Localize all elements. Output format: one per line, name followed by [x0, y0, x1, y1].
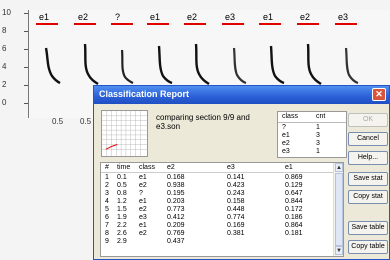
dialog-title: Classification Report — [99, 89, 190, 99]
syllable-trace — [232, 47, 247, 85]
segment-marker — [297, 23, 319, 25]
cancel-button[interactable]: Cancel — [348, 132, 388, 146]
segment-marker — [335, 23, 357, 25]
table-scrollbar[interactable]: ▲ ▼ — [333, 163, 343, 256]
table-row[interactable]: 4 1.2 e1 0.203 0.158 0.844 — [101, 198, 333, 206]
column-header[interactable]: time — [117, 164, 130, 171]
segment-marker — [184, 23, 206, 25]
y-tick: 10 — [2, 8, 11, 17]
class-summary-table: class cnt ? 1 e1 3 e2 3 e3 1 — [277, 111, 347, 158]
segment-label: e1 — [150, 12, 161, 22]
table-row[interactable]: 1 0.1 e1 0.168 0.141 0.869 — [101, 174, 333, 182]
table-row[interactable]: 9 2.9 0.437 — [101, 238, 333, 246]
table-row[interactable]: 2 0.5 e2 0.938 0.423 0.129 — [101, 182, 333, 190]
segment-marker — [36, 23, 58, 25]
column-header[interactable]: e3 — [227, 164, 235, 171]
segment-marker — [222, 23, 244, 25]
summary-row: ? 1 — [282, 124, 320, 131]
segment-label: e2 — [300, 12, 311, 22]
copy-stat-button[interactable]: Copy stat — [348, 190, 388, 204]
app-window: 10 8 6 4 2 0 e1 e2 ? e1 e2 e3 e1 e2 e3 0… — [0, 0, 390, 260]
table-row[interactable]: 5 1.5 e2 0.773 0.448 0.172 — [101, 206, 333, 214]
similarity-thumbnail — [101, 110, 148, 157]
scroll-thumb[interactable] — [335, 173, 343, 246]
summary-row: e1 3 — [282, 132, 320, 139]
table-header: # time class e2 e3 e1 — [101, 163, 333, 173]
x-tick: 0.5 — [80, 117, 92, 126]
classification-table: # time class e2 e3 e1 1 0.1 e1 0.168 0.141… — [100, 162, 344, 257]
segment-label: e1 — [263, 12, 274, 22]
segment-marker — [74, 23, 96, 25]
syllable-trace — [83, 43, 99, 86]
y-tick: 6 — [2, 44, 7, 53]
close-icon[interactable]: ✕ — [372, 88, 386, 101]
summary-row: e2 3 — [282, 140, 320, 147]
column-header[interactable]: e2 — [167, 164, 175, 171]
help-button[interactable]: Help... — [348, 151, 388, 165]
segment-label: e2 — [187, 12, 198, 22]
classification-report-dialog: Classification Report ✕ comparing sectio… — [93, 85, 390, 260]
syllable-trace — [269, 45, 285, 85]
save-table-button[interactable]: Save table — [348, 221, 388, 235]
table-row[interactable]: 6 1.9 e3 0.412 0.774 0.186 — [101, 214, 333, 222]
column-header[interactable]: class — [139, 164, 155, 171]
y-tick: 2 — [2, 80, 7, 89]
scroll-down-icon[interactable]: ▼ — [335, 246, 343, 255]
segment-label: ? — [115, 12, 121, 22]
dialog-titlebar[interactable]: Classification Report ✕ — [94, 86, 389, 104]
ok-button[interactable]: OK — [348, 113, 388, 127]
summary-row: e3 1 — [282, 148, 320, 155]
segment-label: e1 — [39, 12, 50, 22]
syllable-trace — [157, 45, 173, 85]
column-header[interactable]: # — [105, 164, 109, 171]
y-tick: 4 — [2, 62, 7, 71]
y-tick: 0 — [2, 98, 7, 107]
syllable-trace — [194, 43, 210, 86]
table-row[interactable]: 3 0.8 ? 0.195 0.243 0.647 — [101, 190, 333, 198]
y-tick: 8 — [2, 26, 7, 35]
segment-label: e3 — [225, 12, 236, 22]
summary-header-count: cnt — [316, 113, 326, 120]
segment-marker — [259, 23, 281, 25]
syllable-trace — [44, 47, 61, 85]
syllable-trace — [306, 43, 322, 86]
copy-table-button[interactable]: Copy table — [348, 240, 388, 254]
syllable-trace — [344, 47, 359, 85]
x-tick: 0.5 — [52, 117, 64, 126]
segment-marker — [111, 23, 133, 25]
segment-marker — [147, 23, 169, 25]
segment-label: e2 — [78, 12, 89, 22]
save-stat-button[interactable]: Save stat — [348, 172, 388, 186]
summary-header-class: class — [282, 113, 298, 120]
column-header[interactable]: e1 — [285, 164, 293, 171]
syllable-trace — [120, 49, 134, 84]
table-row[interactable]: 7 2.2 e1 0.209 0.169 0.864 — [101, 222, 333, 230]
scroll-up-icon[interactable]: ▲ — [335, 163, 343, 172]
segment-label: e3 — [338, 12, 349, 22]
table-row[interactable]: 8 2.6 e2 0.769 0.381 0.181 — [101, 230, 333, 238]
comparison-description: comparing section 9/9 and e3.son — [156, 113, 250, 131]
